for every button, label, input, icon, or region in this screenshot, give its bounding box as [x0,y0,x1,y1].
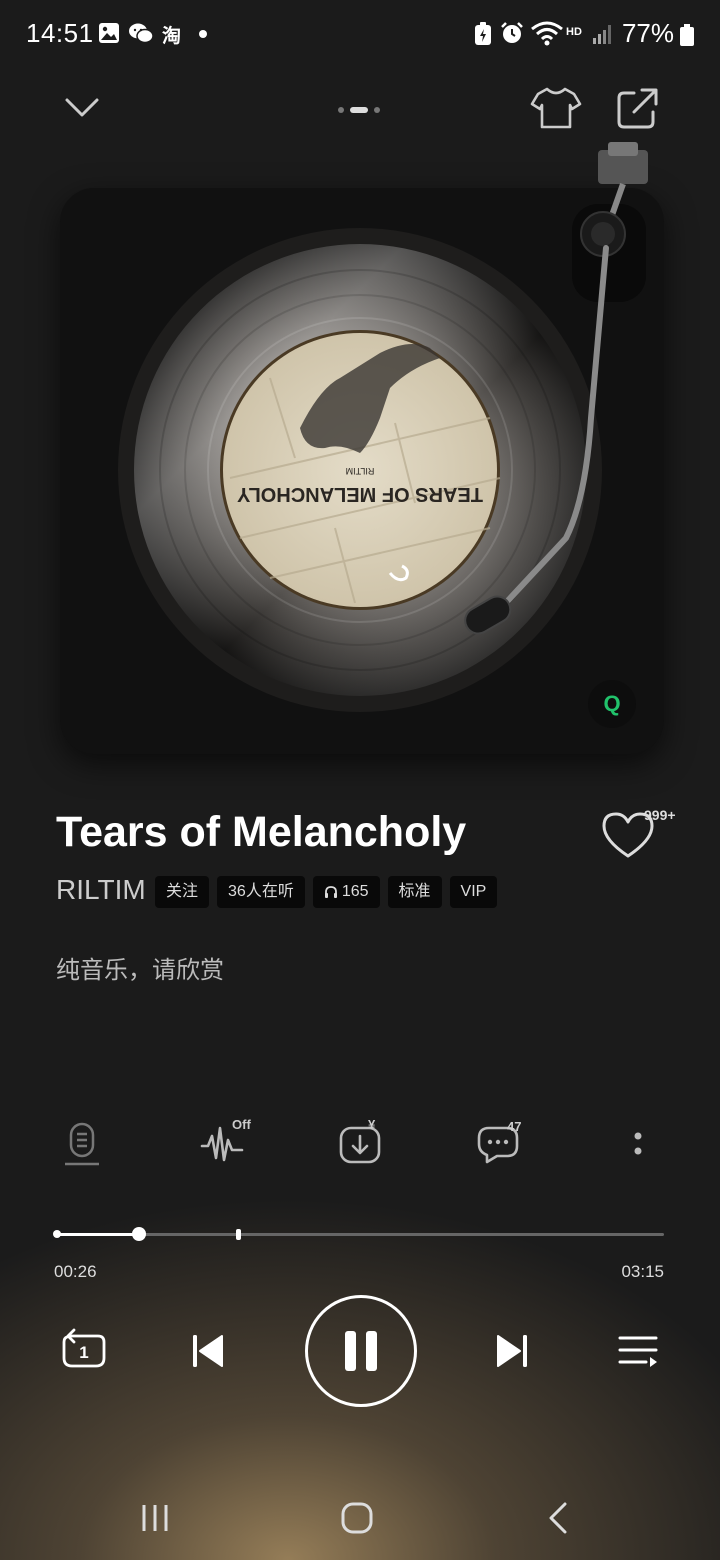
battery-icon [680,24,694,46]
plays-badge[interactable]: 165 [312,876,380,908]
page-indicator [338,106,380,114]
progress-knob[interactable] [132,1227,147,1241]
page-dot [338,107,344,113]
lyrics-icon [65,1122,99,1166]
total-time: 03:15 [621,1262,664,1281]
skip-next-icon [497,1335,527,1367]
song-tags: 关注 36人在听 165 标准 VIP [155,876,498,908]
current-time: 00:26 [54,1262,97,1281]
status-bar: 14:51 淘 HD 77% [0,0,720,70]
repeat-one-button[interactable]: 1 [56,1322,112,1378]
listeners-badge[interactable]: 36人在听 [217,876,305,908]
song-title: Tears of Melancholy [56,808,467,856]
follow-button[interactable]: 关注 [155,876,210,908]
share-icon[interactable] [614,86,660,132]
collapse-chevron-down-icon[interactable] [62,92,102,124]
cover-title-text: TEARS OF MELANCHOLY [236,483,483,505]
signal-icon [593,25,611,44]
more-options-action[interactable] [614,1120,662,1168]
svg-text:1: 1 [79,1343,88,1362]
home-button[interactable] [327,1490,387,1546]
pause-icon [345,1331,377,1371]
alarm-icon [501,22,523,43]
back-arrow-icon [549,1502,567,1534]
next-button[interactable] [488,1326,538,1376]
battery-saver-icon [475,22,491,45]
pause-button[interactable] [305,1295,417,1407]
back-button[interactable] [528,1490,588,1546]
lyric-line[interactable]: 纯音乐，请欣赏 [56,950,224,985]
sound-effect-badge: Off [232,1117,251,1132]
gallery-icon [99,23,119,43]
download-price-badge: ¥ [368,1117,376,1132]
theme-shirt-icon[interactable] [530,86,582,130]
status-time: 14:51 [26,18,94,48]
artist-name[interactable]: RILTIM [56,874,146,906]
q-badge-icon[interactable]: Q [588,680,636,728]
headphones-icon [324,886,337,898]
comments-count-badge: 47 [507,1119,522,1134]
tonearm[interactable] [456,138,666,658]
notification-dot [199,30,207,38]
previous-button[interactable] [182,1326,232,1376]
like-count: 999+ [644,807,676,823]
more-vertical-icon [634,1132,642,1155]
repeat-one-icon: 1 [62,1328,106,1368]
download-action[interactable] [336,1120,384,1168]
recent-apps-icon [142,1505,168,1531]
page-dot-active [350,107,368,113]
lyrics-action[interactable] [58,1120,106,1168]
playlist-icon [618,1336,658,1367]
download-icon [339,1126,381,1164]
vip-badge[interactable]: VIP [449,876,498,908]
wechat-icon [129,23,154,44]
cover-artist-text: RILTIM [346,466,375,476]
progress-start-dot [53,1230,61,1238]
battery-percent: 77% [621,18,674,48]
progress-fill [56,1233,140,1236]
hd-label: HD [566,26,582,38]
progress-track[interactable] [56,1233,664,1236]
taobao-icon: 淘 [162,26,182,47]
progress-marker [236,1229,242,1240]
skip-previous-icon [193,1335,223,1367]
quality-badge[interactable]: 标准 [387,876,442,908]
page-dot [374,107,380,113]
wifi-icon [531,21,563,46]
home-icon [341,1502,373,1534]
playlist-button[interactable] [610,1322,666,1378]
recent-apps-button[interactable] [125,1490,185,1546]
